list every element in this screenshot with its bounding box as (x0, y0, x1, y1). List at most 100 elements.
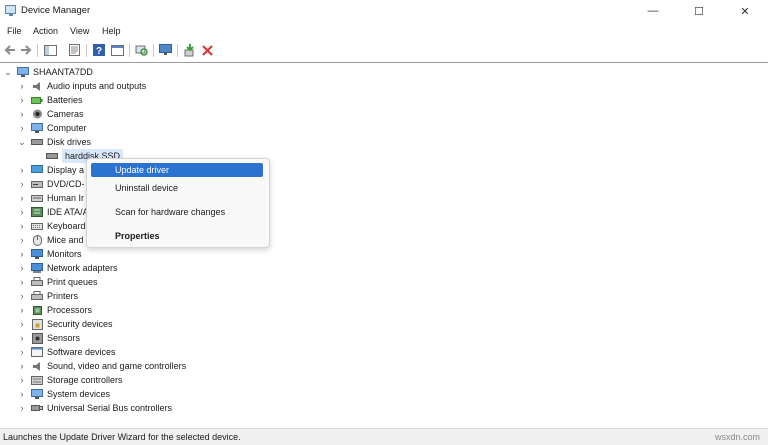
usb-icon (31, 403, 43, 414)
chevron-right-icon[interactable]: › (18, 249, 26, 259)
tree-item[interactable]: › Mice and (18, 233, 84, 247)
chevron-right-icon[interactable]: › (18, 333, 26, 343)
display-monitor-icon[interactable] (158, 43, 173, 57)
chevron-right-icon[interactable]: › (18, 375, 26, 385)
menu-action[interactable]: Action (33, 26, 58, 36)
security-device-icon (31, 318, 43, 330)
tree-item[interactable]: › Software devices (18, 345, 116, 359)
chevron-right-icon[interactable]: › (18, 193, 26, 203)
tree-item[interactable]: › Human Ir (18, 191, 85, 205)
tree-item[interactable]: › Universal Serial Bus controllers (18, 401, 173, 415)
forward-arrow-icon[interactable] (18, 43, 33, 57)
tree-item-label: Print queues (47, 277, 98, 287)
tree-item[interactable]: › Keyboard (18, 219, 86, 233)
ide-controller-icon (31, 207, 43, 218)
tree-item[interactable]: › Display a (18, 163, 84, 177)
title-bar: Device Manager — ☐ ✕ (0, 0, 768, 22)
tree-item[interactable]: › Audio inputs and outputs (18, 79, 147, 93)
tree-item-label: Mice and (47, 235, 84, 245)
status-text: Launches the Update Driver Wizard for th… (3, 432, 241, 442)
watermark: wsxdn.com (714, 432, 760, 442)
maximize-button[interactable]: ☐ (676, 0, 722, 22)
properties-icon[interactable] (67, 43, 82, 57)
scan-hardware-icon[interactable] (134, 43, 149, 57)
menu-help[interactable]: Help (102, 26, 121, 36)
menu-file[interactable]: File (7, 26, 22, 36)
monitor-icon (31, 249, 43, 260)
tree-item[interactable]: › Sound, video and game controllers (18, 359, 187, 373)
status-bar: Launches the Update Driver Wizard for th… (0, 428, 768, 445)
close-button[interactable]: ✕ (722, 0, 768, 22)
tree-item[interactable]: › Security devices (18, 317, 113, 331)
chevron-down-icon[interactable]: ⌄ (4, 67, 12, 77)
tree-item[interactable]: ⌄ Disk drives (18, 135, 91, 149)
chevron-right-icon[interactable]: › (18, 221, 26, 231)
chevron-right-icon[interactable]: › (18, 347, 26, 357)
tree-item[interactable]: › Processors (18, 303, 93, 317)
tree-item[interactable]: › Storage controllers (18, 373, 123, 387)
chevron-right-icon[interactable]: › (18, 81, 26, 91)
menu-bar: File Action View Help (0, 24, 768, 39)
context-menu-update-driver[interactable]: Update driver (91, 163, 263, 177)
chevron-right-icon[interactable]: › (18, 123, 26, 133)
chevron-right-icon[interactable]: › (18, 95, 26, 105)
device-manager-app-icon (5, 5, 16, 16)
chevron-right-icon[interactable]: › (18, 403, 26, 413)
update-driver-icon[interactable] (182, 43, 197, 57)
tree-item-label: Cameras (47, 109, 84, 119)
chevron-right-icon[interactable]: › (18, 207, 26, 217)
action-pane-icon[interactable] (110, 43, 125, 57)
chevron-right-icon[interactable]: › (18, 109, 26, 119)
back-arrow-icon[interactable] (2, 43, 17, 57)
tree-item[interactable]: › Monitors (18, 247, 82, 261)
context-menu-uninstall-device[interactable]: Uninstall device (91, 181, 263, 195)
svg-text:?: ? (95, 46, 101, 56)
tree-item-label: System devices (47, 389, 111, 399)
tree-item-label: Sensors (47, 333, 81, 343)
help-icon[interactable]: ? (91, 43, 106, 57)
chevron-right-icon[interactable]: › (18, 277, 26, 287)
printer-icon (31, 277, 43, 288)
tree-root-label: SHAANTA7DD (33, 67, 93, 77)
chevron-right-icon[interactable]: › (18, 389, 26, 399)
tree-item[interactable]: › DVD/CD- (18, 177, 85, 191)
tree-item-label: Storage controllers (47, 375, 123, 385)
context-menu-properties[interactable]: Properties (91, 229, 263, 243)
minimize-button[interactable]: — (630, 0, 676, 22)
tree-item[interactable]: › System devices (18, 387, 110, 401)
sensor-icon (31, 332, 43, 344)
system-device-icon (31, 389, 43, 400)
chevron-right-icon[interactable]: › (18, 235, 26, 245)
menu-view[interactable]: View (70, 26, 89, 36)
dvd-icon (31, 179, 43, 190)
chevron-down-icon[interactable]: ⌄ (18, 137, 26, 147)
chevron-right-icon[interactable]: › (18, 291, 26, 301)
context-menu-scan-hardware[interactable]: Scan for hardware changes (91, 205, 263, 219)
tree-item[interactable]: › Network adapters (18, 261, 118, 275)
chevron-right-icon[interactable]: › (18, 263, 26, 273)
tree-root[interactable]: ⌄ SHAANTA7DD (4, 65, 93, 79)
tree-item-label: IDE ATA/A (47, 207, 89, 217)
window-title: Device Manager (21, 5, 91, 16)
tree-item[interactable]: › Print queues (18, 275, 98, 289)
chevron-right-icon[interactable]: › (18, 179, 26, 189)
computer-icon (31, 123, 43, 134)
context-menu: Update driver Uninstall device Scan for … (86, 158, 270, 248)
tree-item[interactable]: › Cameras (18, 107, 84, 121)
uninstall-device-icon[interactable] (200, 43, 215, 57)
tree-item[interactable]: › Printers (18, 289, 78, 303)
tree-item[interactable]: › Batteries (18, 93, 83, 107)
storage-controller-icon (31, 375, 43, 386)
tree-item[interactable]: › IDE ATA/A (18, 205, 89, 219)
chevron-right-icon[interactable]: › (18, 319, 26, 329)
tree-item[interactable]: › Computer (18, 121, 87, 135)
speaker-icon (31, 81, 43, 92)
tree-item[interactable]: › Sensors (18, 331, 80, 345)
chevron-right-icon[interactable]: › (18, 165, 26, 175)
battery-icon (31, 95, 43, 106)
chevron-right-icon[interactable]: › (18, 361, 26, 371)
chevron-right-icon[interactable]: › (18, 305, 26, 315)
toolbar-divider (0, 62, 768, 63)
disk-drive-icon (46, 151, 58, 162)
console-tree-icon[interactable] (43, 43, 58, 57)
